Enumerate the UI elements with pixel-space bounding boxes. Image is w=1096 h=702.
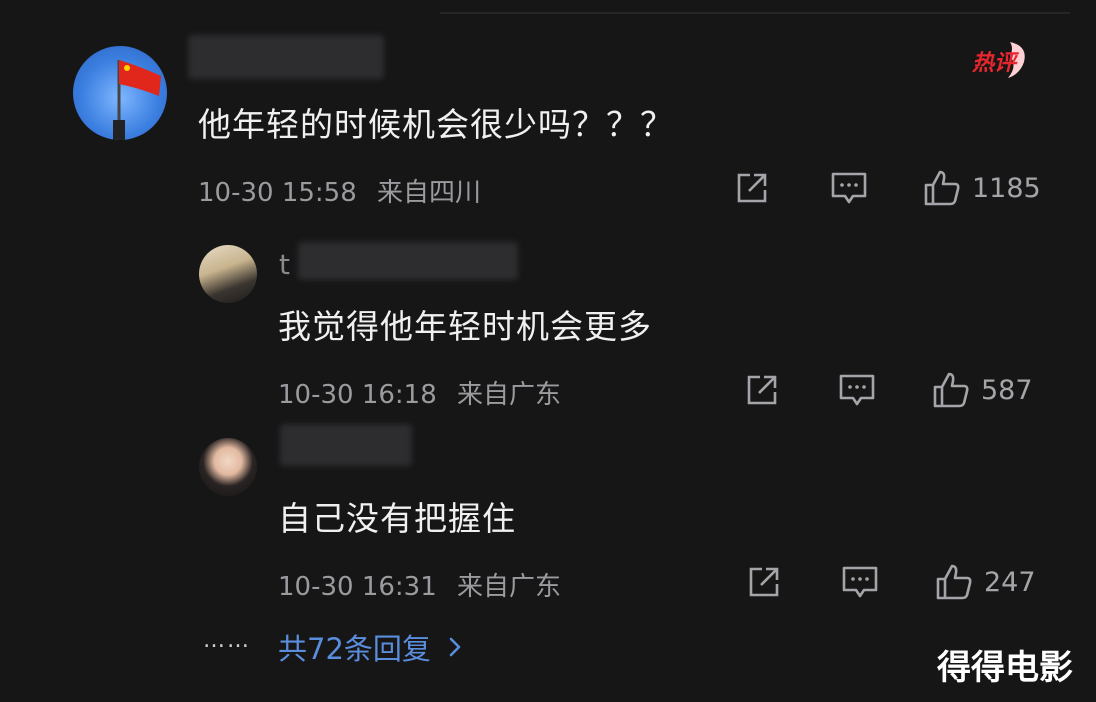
comment-meta: 10-30 15:58 来自四川 xyxy=(198,172,481,209)
comment-location: 来自广东 xyxy=(457,572,562,602)
comment-meta: 10-30 16:18 来自广东 xyxy=(278,374,561,411)
comment-date: 10-30 15:58 xyxy=(198,178,357,208)
like-icon xyxy=(936,564,972,600)
top-divider xyxy=(440,12,1070,14)
share-button[interactable] xyxy=(734,170,770,206)
comment-icon xyxy=(842,566,878,598)
username-redacted xyxy=(298,242,518,280)
share-button[interactable] xyxy=(744,372,780,408)
username-partial: t xyxy=(279,248,290,281)
chevron-right-icon xyxy=(449,637,461,657)
comment-date: 10-30 16:18 xyxy=(278,380,437,410)
share-icon xyxy=(749,567,779,597)
hot-comment-badge: 热评 xyxy=(971,42,1025,78)
reply-button[interactable] xyxy=(838,372,876,408)
watermark: 得得电影 xyxy=(937,648,1073,688)
share-icon xyxy=(747,375,777,405)
avatar[interactable] xyxy=(199,438,257,496)
comment-location: 来自广东 xyxy=(457,380,562,410)
comment-meta: 10-30 16:31 来自广东 xyxy=(278,566,561,603)
comment-text: 他年轻的时候机会很少吗？？？ xyxy=(198,105,674,144)
replies-label: 共72条回复 xyxy=(278,632,431,666)
avatar[interactable] xyxy=(73,46,167,140)
comment-icon xyxy=(831,172,867,204)
comment-date: 10-30 16:31 xyxy=(278,572,437,602)
flag-avatar-image xyxy=(113,60,161,140)
username-redacted xyxy=(188,35,384,79)
like-icon xyxy=(933,372,969,408)
share-icon xyxy=(737,173,767,203)
like-button[interactable]: 247 xyxy=(934,562,1036,602)
view-replies-link[interactable]: 共72条回复 xyxy=(278,626,465,668)
reply-button[interactable] xyxy=(841,564,879,600)
like-button[interactable]: 1185 xyxy=(922,168,1041,208)
like-count: 587 xyxy=(981,374,1033,406)
comment-text: 我觉得他年轻时机会更多 xyxy=(278,307,652,346)
like-count: 1185 xyxy=(972,172,1041,204)
share-button[interactable] xyxy=(746,564,782,600)
ellipsis: …… xyxy=(203,628,251,653)
comment-icon xyxy=(839,374,875,406)
reply-button[interactable] xyxy=(830,170,868,206)
like-count: 247 xyxy=(984,566,1036,598)
username-redacted xyxy=(280,424,412,466)
hot-badge-label: 热评 xyxy=(971,51,1020,76)
comment-text: 自己没有把握住 xyxy=(278,499,516,538)
like-button[interactable]: 587 xyxy=(931,370,1033,410)
comment-location: 来自四川 xyxy=(377,178,482,208)
avatar[interactable] xyxy=(199,245,257,303)
like-icon xyxy=(924,170,960,206)
